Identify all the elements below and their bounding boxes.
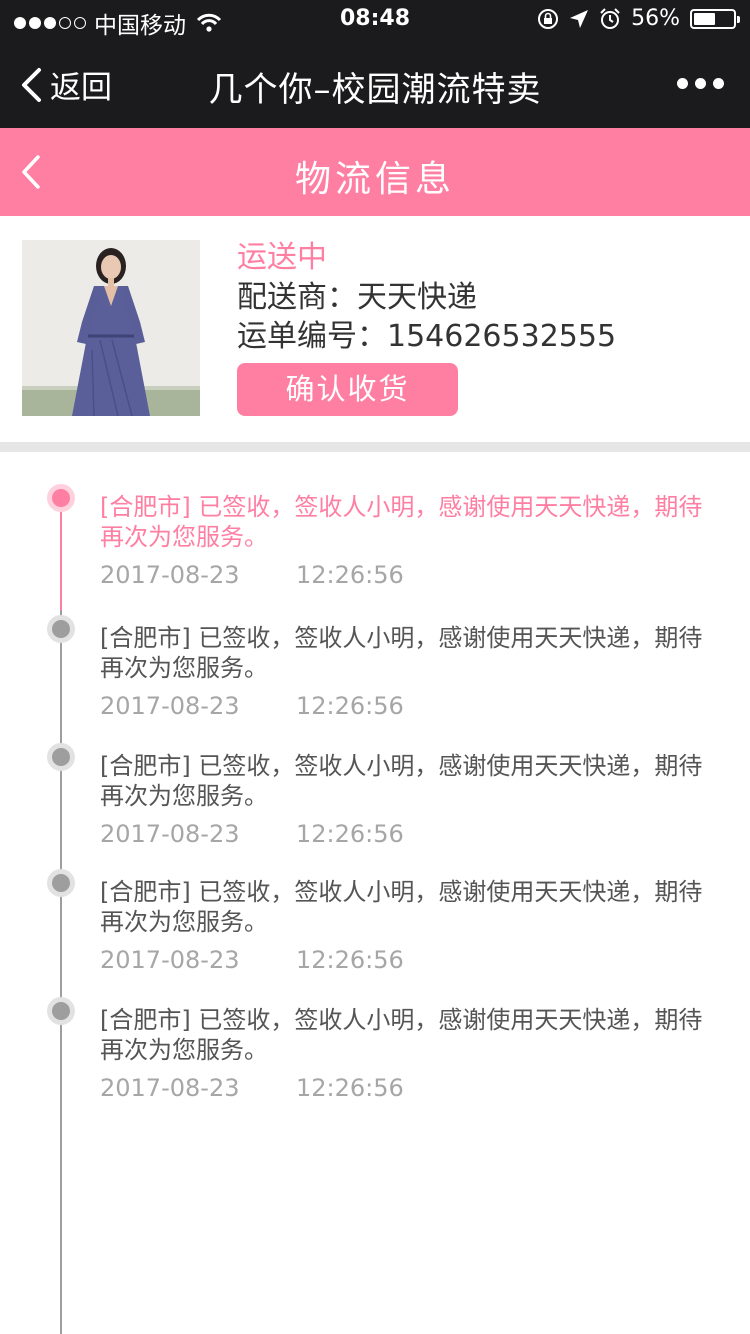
timeline-node-active [47, 484, 75, 512]
timeline-time: 12:26:56 [296, 561, 404, 589]
battery-percent: 56% [631, 6, 680, 31]
location-arrow-icon [570, 9, 589, 28]
timeline-timestamp: 2017-08-23 12:26:56 [100, 819, 720, 849]
timeline-date: 2017-08-23 [100, 820, 240, 848]
more-dots-icon[interactable] [677, 78, 724, 89]
rotation-lock-icon [538, 8, 559, 29]
timeline-node [47, 997, 75, 1025]
timeline-item: [合肥市] 已签收，签收人小明，感谢使用天天快递，期待再次为您服务。 2017-… [100, 623, 720, 721]
product-photo-illustration [22, 240, 200, 416]
alarm-icon [600, 7, 620, 29]
timeline-timestamp: 2017-08-23 12:26:56 [100, 1073, 720, 1103]
section-divider [0, 442, 750, 452]
page-header: 物流信息 [0, 128, 750, 216]
status-bar: 中国移动 08:48 56% [0, 0, 750, 40]
timeline-message: [合肥市] 已签收，签收人小明，感谢使用天天快递，期待再次为您服务。 [100, 1006, 703, 1064]
timeline-timestamp: 2017-08-23 12:26:56 [100, 560, 720, 590]
timeline-time: 12:26:56 [296, 946, 404, 974]
timeline-date: 2017-08-23 [100, 692, 240, 720]
timeline-time: 12:26:56 [296, 1074, 404, 1102]
timeline-message: [合肥市] 已签收，签收人小明，感谢使用天天快递，期待再次为您服务。 [100, 878, 703, 936]
timeline-node [47, 743, 75, 771]
timeline-date: 2017-08-23 [100, 1074, 240, 1102]
nav-bar: 返回 几个你–校园潮流特卖 [0, 40, 750, 128]
page-title: 物流信息 [294, 159, 455, 200]
timeline-item: [合肥市] 已签收，签收人小明，感谢使用天天快递，期待再次为您服务。 2017-… [100, 751, 720, 849]
status-right: 56% [537, 6, 740, 31]
tracking-number: 154626532555 [387, 319, 617, 354]
tracking-line: 运单编号：154626532555 [237, 317, 616, 356]
timeline-date: 2017-08-23 [100, 561, 240, 589]
timeline-message: [合肥市] 已签收，签收人小明，感谢使用天天快递，期待再次为您服务。 [100, 752, 703, 810]
timeline-timestamp: 2017-08-23 12:26:56 [100, 691, 720, 721]
timeline-date: 2017-08-23 [100, 946, 240, 974]
timeline-node [47, 869, 75, 897]
order-info: 运送中 配送商：天天快递 运单编号：154626532555 [237, 238, 616, 356]
timeline-time: 12:26:56 [296, 692, 404, 720]
timeline-item: [合肥市] 已签收，签收人小明，感谢使用天天快递，期待再次为您服务。 2017-… [100, 492, 720, 590]
carrier-value: 天天快递 [357, 280, 477, 315]
carrier-label: 配送商： [237, 280, 357, 315]
battery-icon [690, 8, 740, 29]
nav-title: 几个你–校园潮流特卖 [208, 70, 542, 110]
tracking-label: 运单编号： [237, 319, 387, 354]
order-card: 运送中 配送商：天天快递 运单编号：154626532555 确认收货 [0, 216, 750, 442]
timeline-item: [合肥市] 已签收，签收人小明，感谢使用天天快递，期待再次为您服务。 2017-… [100, 877, 720, 975]
timeline-message: [合肥市] 已签收，签收人小明，感谢使用天天快递，期待再次为您服务。 [100, 624, 703, 682]
shipping-status: 运送中 [237, 240, 327, 275]
confirm-receipt-button[interactable]: 确认收货 [237, 363, 458, 416]
timeline-line [60, 610, 62, 1334]
timeline-timestamp: 2017-08-23 12:26:56 [100, 945, 720, 975]
timeline-item: [合肥市] 已签收，签收人小明，感谢使用天天快递，期待再次为您服务。 2017-… [100, 1005, 720, 1103]
timeline-line-active [60, 498, 62, 610]
product-image[interactable] [22, 240, 200, 416]
carrier-line: 配送商：天天快递 [237, 278, 616, 317]
timeline-node [47, 615, 75, 643]
timeline-time: 12:26:56 [296, 820, 404, 848]
timeline-message: [合肥市] 已签收，签收人小明，感谢使用天天快递，期待再次为您服务。 [100, 493, 703, 551]
